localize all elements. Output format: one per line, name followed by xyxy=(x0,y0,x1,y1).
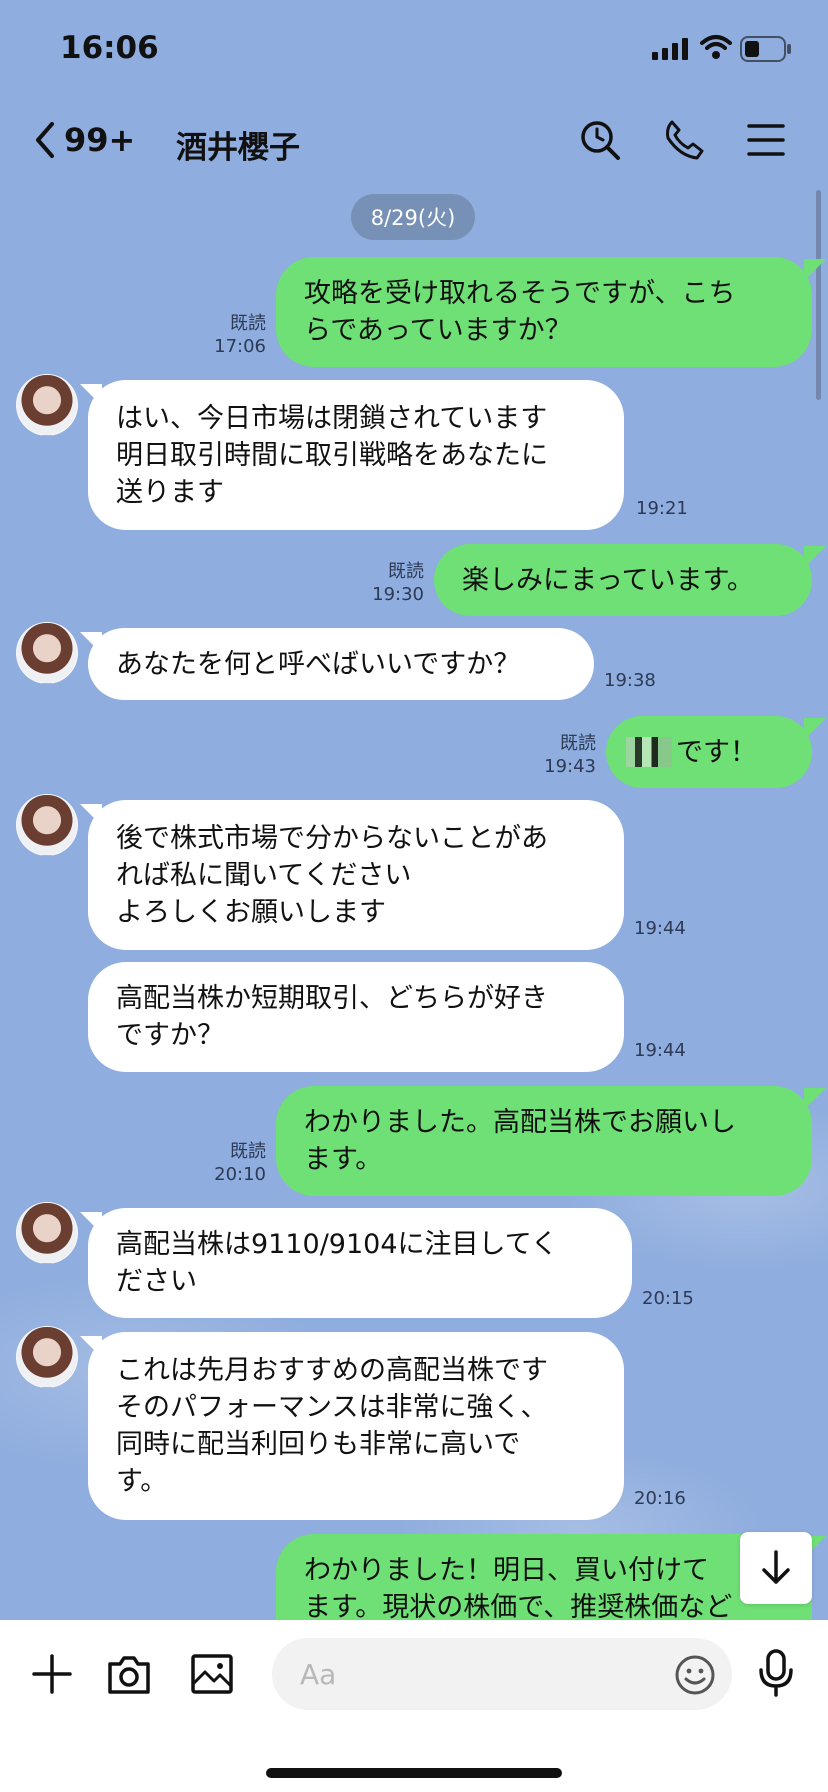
scrollbar[interactable] xyxy=(816,190,821,400)
chat-header: 99+ 酒井櫻子 xyxy=(0,100,828,180)
message-time: 20:16 xyxy=(634,1488,686,1509)
message-time: 19:21 xyxy=(636,498,688,519)
message-meta: 既読 17:06 xyxy=(196,312,266,358)
message-text: です！ xyxy=(676,736,757,768)
read-receipt: 既読 xyxy=(388,561,424,582)
status-time: 16:06 xyxy=(60,30,159,66)
emoji-icon[interactable] xyxy=(674,1654,716,1696)
redacted-name xyxy=(626,737,672,767)
message-time: 20:10 xyxy=(214,1164,266,1185)
incoming-message[interactable]: これは先月おすすめの高配当株です そのパフォーマンスは非常に強く、 同時に配当利… xyxy=(88,1332,624,1520)
bubble-tail xyxy=(804,718,826,740)
status-bar: 16:06 xyxy=(0,0,828,96)
message-time: 19:43 xyxy=(544,756,596,777)
back-button[interactable]: 99+ xyxy=(30,120,135,160)
message-meta: 既読 19:43 xyxy=(530,732,596,778)
incoming-message[interactable]: はい、今日市場は閉鎖されています 明日取引時間に取引戦略をあなたに 送ります xyxy=(88,380,624,530)
battery-icon xyxy=(740,36,791,62)
menu-icon[interactable] xyxy=(746,118,786,162)
avatar[interactable] xyxy=(16,794,78,856)
message-composer xyxy=(0,1620,828,1792)
plus-icon[interactable] xyxy=(30,1652,74,1696)
message-time: 19:30 xyxy=(372,584,424,605)
message-time: 19:38 xyxy=(604,670,656,691)
avatar[interactable] xyxy=(16,1326,78,1388)
date-separator: 8/29(火) xyxy=(351,194,475,240)
chevron-left-icon xyxy=(36,122,54,158)
outgoing-message[interactable]: 攻略を受け取れるそうですが、こち らであっていますか？ xyxy=(276,257,812,367)
outgoing-message[interactable]: 楽しみにまっています。 xyxy=(434,544,812,616)
incoming-message[interactable]: 後で株式市場で分からないことがあ れば私に聞いてください よろしくお願いします xyxy=(88,800,624,950)
message-time: 17:06 xyxy=(214,336,266,357)
home-indicator xyxy=(266,1768,562,1778)
avatar[interactable] xyxy=(16,622,78,684)
read-receipt: 既読 xyxy=(230,313,266,334)
avatar[interactable] xyxy=(16,1202,78,1264)
chat-title: 酒井櫻子 xyxy=(176,130,300,166)
message-time: 19:44 xyxy=(634,1040,686,1061)
message-meta: 既読 20:10 xyxy=(196,1140,266,1186)
bubble-tail xyxy=(804,259,826,281)
wifi-icon xyxy=(700,35,732,59)
phone-icon[interactable] xyxy=(662,118,706,162)
incoming-message[interactable]: 高配当株か短期取引、どちらが好き ですか？ xyxy=(88,962,624,1072)
image-icon[interactable] xyxy=(190,1652,234,1696)
camera-icon[interactable] xyxy=(106,1652,152,1696)
bubble-tail xyxy=(804,1088,826,1110)
outgoing-message[interactable]: です！ xyxy=(606,716,812,788)
read-receipt: 既読 xyxy=(560,733,596,754)
message-time: 20:15 xyxy=(642,1288,694,1309)
message-time: 19:44 xyxy=(634,918,686,939)
incoming-message[interactable]: 高配当株は9110/9104に注目してく ださい xyxy=(88,1208,632,1318)
avatar[interactable] xyxy=(16,374,78,436)
incoming-message[interactable]: あなたを何と呼べばいいですか？ xyxy=(88,628,594,700)
message-meta: 既読 19:30 xyxy=(350,560,424,606)
unread-count: 99+ xyxy=(64,121,136,159)
bubble-tail xyxy=(804,546,826,568)
outgoing-message[interactable]: わかりました。高配当株でお願いし ます。 xyxy=(276,1086,812,1196)
cellular-signal-icon xyxy=(652,38,688,60)
arrow-down-icon xyxy=(762,1550,790,1584)
microphone-icon[interactable] xyxy=(756,1648,796,1698)
scroll-to-bottom-button[interactable] xyxy=(740,1532,812,1604)
read-receipt: 既読 xyxy=(230,1141,266,1162)
search-icon[interactable] xyxy=(578,118,622,162)
message-input[interactable] xyxy=(272,1638,732,1710)
